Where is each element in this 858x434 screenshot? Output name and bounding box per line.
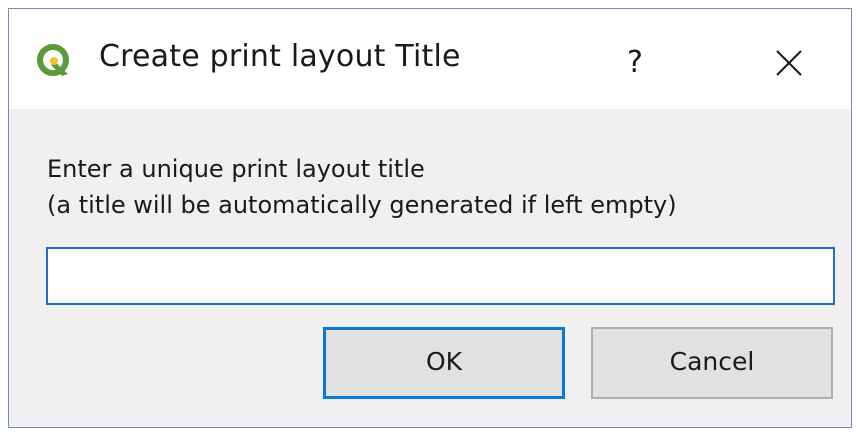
prompt-line-1: Enter a unique print layout title: [47, 155, 425, 183]
dialog-title: Create print layout Title: [99, 39, 461, 74]
cancel-button[interactable]: Cancel: [591, 327, 833, 399]
close-icon: [776, 50, 802, 76]
prompt-label: Enter a unique print layout title (a tit…: [47, 151, 677, 223]
title-bar: Create print layout Title ?: [9, 9, 851, 109]
help-button[interactable]: ?: [605, 33, 665, 93]
dialog-window: Create print layout Title ? Enter a uniq…: [8, 8, 852, 428]
layout-title-input[interactable]: [46, 247, 835, 305]
prompt-line-2: (a title will be automatically generated…: [47, 191, 677, 219]
close-button[interactable]: [759, 33, 819, 93]
ok-button[interactable]: OK: [323, 327, 565, 399]
qgis-logo-icon: [37, 43, 73, 79]
